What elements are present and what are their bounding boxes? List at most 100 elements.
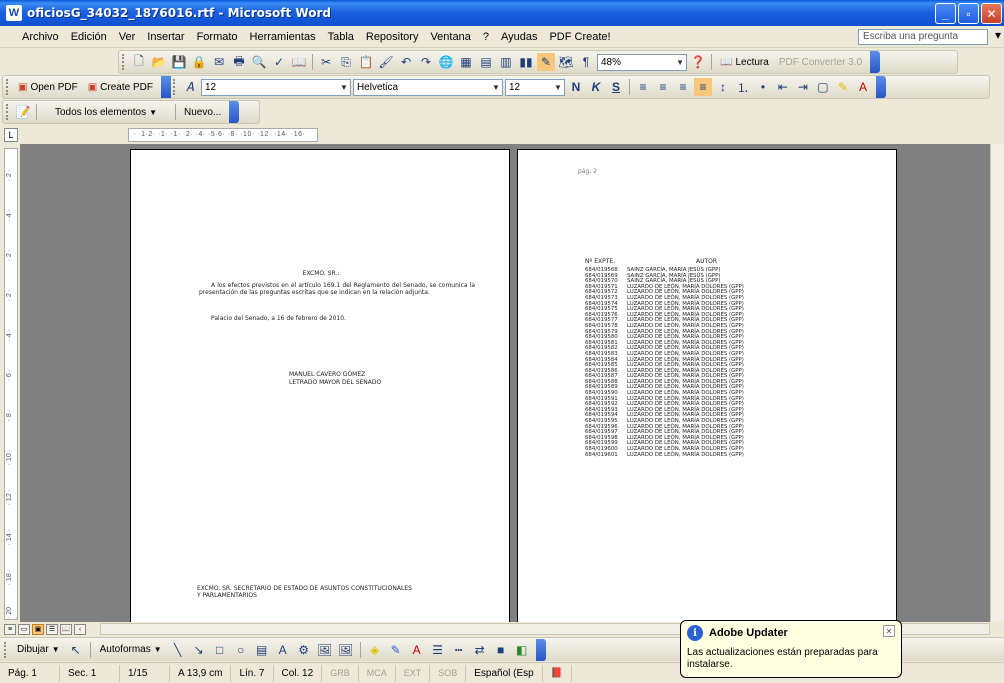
word-app-icon[interactable]: W <box>6 5 22 21</box>
hyperlink-icon[interactable]: 🌐 <box>437 53 455 71</box>
autoshapes-button[interactable]: Autoformas ▼ <box>96 644 166 655</box>
research-icon[interactable]: 📖 <box>290 53 308 71</box>
menu-item[interactable]: PDF Create! <box>543 31 616 43</box>
maximize-icon[interactable]: ▫ <box>958 3 979 24</box>
status-language[interactable]: Español (Esp <box>466 664 543 682</box>
document-close-icon[interactable]: ▾ <box>995 28 1001 42</box>
drawing-icon[interactable]: ✎ <box>537 53 555 71</box>
pdf-toolbar-options-icon[interactable] <box>160 76 171 98</box>
print-icon[interactable]: 🖶 <box>230 53 248 71</box>
balloon-close-icon[interactable]: ✕ <box>883 625 895 637</box>
bullets-icon[interactable]: • <box>754 78 772 96</box>
font-size-select[interactable]: 12 ▼ <box>504 78 565 96</box>
draw-font-color-icon[interactable]: A <box>408 641 426 659</box>
menu-item[interactable]: Edición <box>65 31 113 43</box>
line-spacing-icon[interactable]: ↕ <box>714 78 732 96</box>
help-icon[interactable]: ❓ <box>689 53 707 71</box>
line-icon[interactable]: ╲ <box>169 641 187 659</box>
reviewing-toolbar-options-icon[interactable] <box>229 101 240 123</box>
tables-borders-icon[interactable]: ▦ <box>457 53 475 71</box>
line-color-icon[interactable]: ✎ <box>387 641 405 659</box>
minimize-icon[interactable]: _ <box>935 3 956 24</box>
print-layout-icon[interactable]: ▣ <box>32 623 44 635</box>
zoom-select[interactable]: 48% ▼ <box>597 53 687 71</box>
bold-button[interactable]: N <box>567 78 585 96</box>
align-center-icon[interactable]: ≡ <box>654 78 672 96</box>
menu-item[interactable]: Ayudas <box>495 31 544 43</box>
spelling-status-icon[interactable]: 📕 <box>543 664 573 682</box>
toolbar-grip[interactable] <box>4 641 8 658</box>
create-pdf-button[interactable]: ▣ Create PDF <box>84 82 157 93</box>
justify-icon[interactable]: ≡ <box>693 78 712 96</box>
clipart-icon[interactable]: 🖼 <box>316 641 334 659</box>
shadow-icon[interactable]: ■ <box>492 641 510 659</box>
status-track-changes[interactable]: MCA <box>359 664 396 682</box>
line-style-icon[interactable]: ☰ <box>429 641 447 659</box>
title-bar[interactable]: W oficiosG_34032_1876016.rtf - Microsoft… <box>0 0 1004 26</box>
horizontal-ruler[interactable]: · ·1·2· ·1· ·1· ·2· ·4· ·5·6· ·8· ·10· ·… <box>128 128 318 142</box>
draw-menu-button[interactable]: Dibujar ▼ <box>13 644 64 655</box>
styles-icon[interactable]: 𝐴 <box>181 78 199 96</box>
reading-view-icon[interactable]: 📖 <box>60 623 72 635</box>
format-painter-icon[interactable]: 🖌 <box>377 53 395 71</box>
select-objects-icon[interactable]: ↖ <box>67 641 85 659</box>
reading-layout-button[interactable]: 📖 Lectura <box>716 57 773 68</box>
close-icon[interactable]: ✕ <box>981 3 1002 24</box>
adobe-updater-balloon[interactable]: i Adobe Updater ✕ Las actualizaciones es… <box>680 620 902 678</box>
arrow-style-icon[interactable]: ⇄ <box>471 641 489 659</box>
italic-button[interactable]: K <box>587 78 605 96</box>
spelling-icon[interactable]: ✓ <box>270 53 288 71</box>
scroll-left-icon[interactable]: ‹ <box>74 623 86 635</box>
vertical-ruler[interactable]: · 2 · · 4 · · 2 · · 2 · · 4 · · 6 · · 8 … <box>4 148 20 620</box>
open-pdf-button[interactable]: ▣ Open PDF <box>14 82 82 93</box>
toolbar-grip[interactable] <box>122 54 126 70</box>
menu-item[interactable]: Insertar <box>141 31 190 43</box>
insert-excel-icon[interactable]: ▥ <box>497 53 515 71</box>
menu-item[interactable]: Ver <box>113 31 142 43</box>
all-elements-dropdown[interactable]: Todos los elementos ▼ <box>41 107 171 118</box>
textbox-icon[interactable]: ▤ <box>253 641 271 659</box>
numbering-icon[interactable]: ⒈ <box>734 78 752 96</box>
outline-view-icon[interactable]: ☰ <box>46 623 58 635</box>
align-left-icon[interactable]: ≡ <box>634 78 652 96</box>
show-hide-icon[interactable]: ¶ <box>577 53 595 71</box>
style-select[interactable]: 12 ▼ <box>200 78 351 96</box>
email-icon[interactable]: ✉ <box>210 53 228 71</box>
tab-selector[interactable]: L <box>4 128 18 142</box>
highlight-icon[interactable]: ✎ <box>834 78 852 96</box>
underline-button[interactable]: S <box>607 78 625 96</box>
new-document-icon[interactable]: 🗋 <box>130 53 148 71</box>
permission-icon[interactable]: 🔒 <box>190 53 208 71</box>
menu-item[interactable]: Tabla <box>322 31 360 43</box>
document-map-icon[interactable]: 🗺 <box>557 53 575 71</box>
toolbar-grip[interactable] <box>6 79 10 95</box>
toolbar-grip[interactable] <box>6 104 10 120</box>
fill-color-icon[interactable]: ◈ <box>366 641 384 659</box>
borders-icon[interactable]: ▢ <box>814 78 832 96</box>
toolbar-grip[interactable] <box>172 79 177 95</box>
align-right-icon[interactable]: ≡ <box>674 78 692 96</box>
document-area[interactable]: EXCMO. SR.: A los efectos previstos en e… <box>20 144 990 622</box>
cut-icon[interactable]: ✂ <box>317 53 335 71</box>
format-toolbar-options-icon[interactable] <box>875 76 886 98</box>
copy-icon[interactable]: ⎘ <box>337 53 355 71</box>
reviewing-pane-icon[interactable]: 📝 <box>14 103 32 121</box>
paste-icon[interactable]: 📋 <box>357 53 375 71</box>
print-preview-icon[interactable]: 🔍 <box>250 53 268 71</box>
font-color-icon[interactable]: A <box>854 78 872 96</box>
new-button[interactable]: Nuevo... <box>180 107 225 118</box>
font-select[interactable]: Helvetica ▼ <box>352 78 503 96</box>
oval-icon[interactable]: ○ <box>232 641 250 659</box>
undo-icon[interactable]: ↶ <box>397 53 415 71</box>
redo-icon[interactable]: ↷ <box>417 53 435 71</box>
menu-item[interactable]: Repository <box>360 31 425 43</box>
status-extend[interactable]: EXT <box>396 664 431 682</box>
dash-style-icon[interactable]: ┅ <box>450 641 468 659</box>
page-1[interactable]: EXCMO. SR.: A los efectos previstos en e… <box>130 149 510 622</box>
arrow-icon[interactable]: ↘ <box>190 641 208 659</box>
wordart-icon[interactable]: A <box>274 641 292 659</box>
toolbar-options-icon[interactable] <box>870 51 881 73</box>
pdf-converter-button[interactable]: PDF Converter 3.0 <box>775 57 866 68</box>
open-folder-icon[interactable]: 📂 <box>150 53 168 71</box>
status-overtype[interactable]: SOB <box>430 664 467 682</box>
